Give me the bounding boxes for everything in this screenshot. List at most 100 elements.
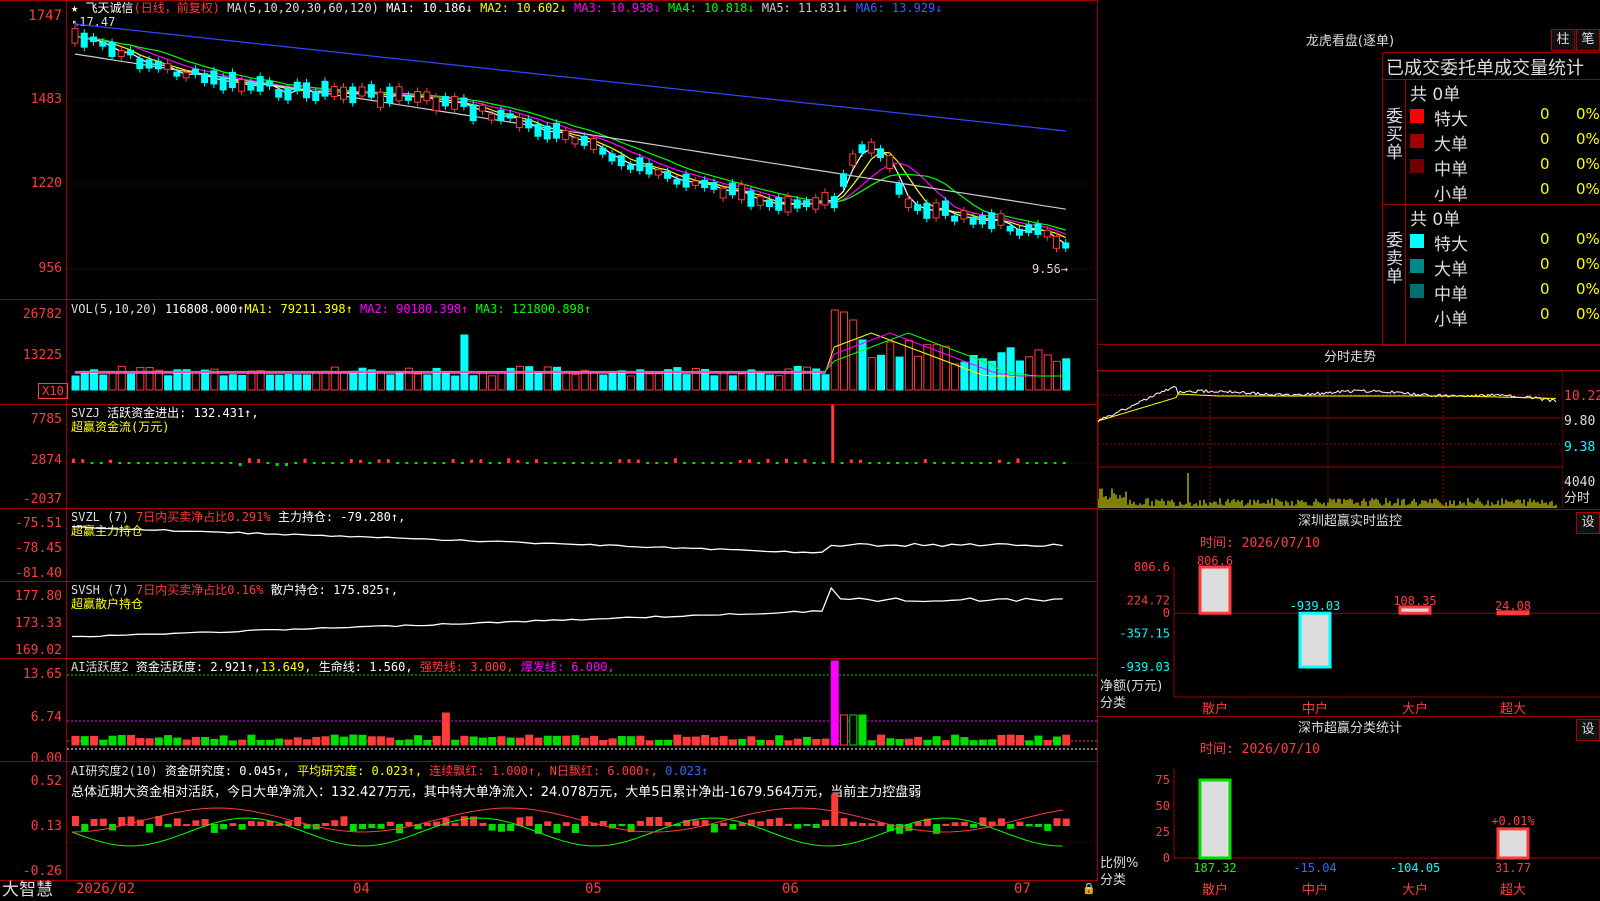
candle-body — [469, 104, 477, 122]
fund-flow-bar — [284, 463, 288, 467]
volume-bar — [228, 374, 237, 391]
ai2-chart[interactable] — [67, 762, 1097, 880]
stats-value-label: 187.32 — [1193, 861, 1236, 875]
ai1-chart[interactable] — [67, 659, 1097, 761]
volume-bar — [719, 372, 728, 391]
category-label: 大单 — [1434, 260, 1468, 280]
tick-mode-button[interactable]: 笔 — [1576, 29, 1600, 51]
activity-bar — [914, 736, 923, 746]
candle-body — [386, 86, 394, 104]
lock-icon[interactable]: 🔒 — [1082, 882, 1096, 896]
fund-flow-bar — [192, 462, 196, 464]
vol-unit-badge: X10 — [38, 383, 68, 399]
volume-bar — [1034, 349, 1043, 391]
monitor-bar-chart[interactable]: 806.6224.720-357.15-939.03806.6散户-939.03… — [1098, 555, 1600, 715]
research-bar — [229, 823, 237, 826]
activity-bar — [654, 739, 663, 746]
fund-flow-bar — [849, 459, 853, 463]
count-value: 0 — [1540, 180, 1550, 198]
research-bar — [849, 821, 857, 826]
bar-mode-button[interactable]: 柱 — [1551, 29, 1575, 51]
stats-bar-chart[interactable]: 75 50 25 0 187.32 散户 -15.04 中户 -104.05 大户 31.77 超大 +… — [1098, 760, 1600, 900]
svzj-chart[interactable] — [67, 405, 1097, 508]
count-value: 0 — [1540, 280, 1550, 298]
research-bar — [1016, 821, 1024, 826]
fund-flow-bar — [368, 462, 372, 464]
fund-flow-bar — [238, 463, 242, 467]
research-bar — [257, 821, 265, 826]
research-bar — [970, 824, 978, 828]
buy-total: 共 0单 — [1410, 85, 1461, 105]
candle-body — [127, 49, 135, 56]
fund-flow-bar — [562, 462, 566, 464]
candle-body — [886, 155, 894, 170]
volume-bar — [543, 366, 552, 391]
candlestick-chart[interactable] — [67, 14, 1097, 299]
research-bar — [146, 824, 154, 833]
candle-body — [590, 138, 598, 150]
fund-flow-bar — [646, 462, 650, 464]
percent-value: 0% — [1576, 155, 1600, 173]
lhb-title: 龙虎看盘(逐单) — [1305, 34, 1395, 49]
vol-axis-label: 26782 — [22, 307, 62, 322]
activity-bar — [793, 738, 802, 746]
candle-body — [728, 182, 736, 196]
volume-bar — [349, 370, 358, 391]
activity-bar — [173, 737, 182, 746]
research-bar — [1025, 824, 1033, 827]
svsh-chart[interactable] — [67, 582, 1097, 658]
intraday-chart[interactable] — [1098, 371, 1563, 508]
activity-bar — [497, 736, 506, 746]
fund-flow-bar — [377, 459, 381, 463]
stats-settings-button[interactable]: 设 — [1576, 719, 1600, 741]
candle-body — [275, 89, 283, 98]
stock-name[interactable]: 飞天诚信 — [85, 1, 133, 15]
candle-body — [654, 169, 662, 176]
intraday-axis-label: 9.38 — [1564, 440, 1596, 455]
activity-bar — [571, 735, 580, 746]
stats-axis-label: 75 — [1156, 773, 1170, 787]
candle-body — [330, 85, 338, 97]
color-swatch — [1410, 109, 1424, 123]
fund-flow-bar — [784, 458, 788, 463]
candle-body — [525, 118, 533, 129]
research-bar — [868, 823, 876, 826]
volume-bar — [960, 361, 969, 391]
candle-body — [145, 59, 153, 69]
candle-body — [201, 73, 209, 84]
fund-flow-bar — [627, 459, 631, 463]
candle-body — [812, 197, 820, 210]
volume-bar — [1006, 347, 1015, 391]
fund-flow-bar — [1007, 462, 1011, 464]
activity-bar — [775, 735, 784, 746]
volume-chart[interactable] — [67, 300, 1097, 405]
activity-bar — [247, 734, 256, 746]
candle-body — [534, 123, 542, 137]
candle-body — [840, 173, 848, 187]
candle-body — [793, 199, 801, 209]
activity-bar — [673, 734, 682, 746]
fund-flow-bar — [109, 459, 113, 463]
research-bar — [544, 821, 552, 826]
research-bar — [340, 816, 348, 826]
monitor-settings-button[interactable]: 设 — [1576, 512, 1600, 534]
research-bar — [173, 818, 181, 826]
svsh-axis-label: 177.80 — [15, 589, 62, 604]
research-bar — [646, 817, 654, 826]
activity-bar — [728, 739, 737, 746]
candle-body — [932, 202, 940, 219]
candle-body — [988, 212, 996, 230]
ma-label: MA(5,10,20,30,60,120) — [227, 1, 379, 15]
research-bar — [507, 824, 515, 831]
fund-flow-bar — [146, 462, 150, 464]
volume-bar — [395, 371, 404, 391]
main-legend: ★ 飞天诚信(日线，前复权) MA(5,10,20,30,60,120) MA1… — [71, 1, 943, 15]
activity-bar — [90, 735, 99, 746]
volume-bar — [867, 357, 876, 391]
svzl-chart[interactable] — [67, 509, 1097, 581]
fund-flow-bar — [840, 462, 844, 464]
fund-flow-bar — [136, 462, 140, 464]
volume-bar — [728, 375, 737, 391]
activity-bar — [108, 735, 117, 746]
ma1-value: MA1: 10.186↓ — [386, 1, 473, 15]
